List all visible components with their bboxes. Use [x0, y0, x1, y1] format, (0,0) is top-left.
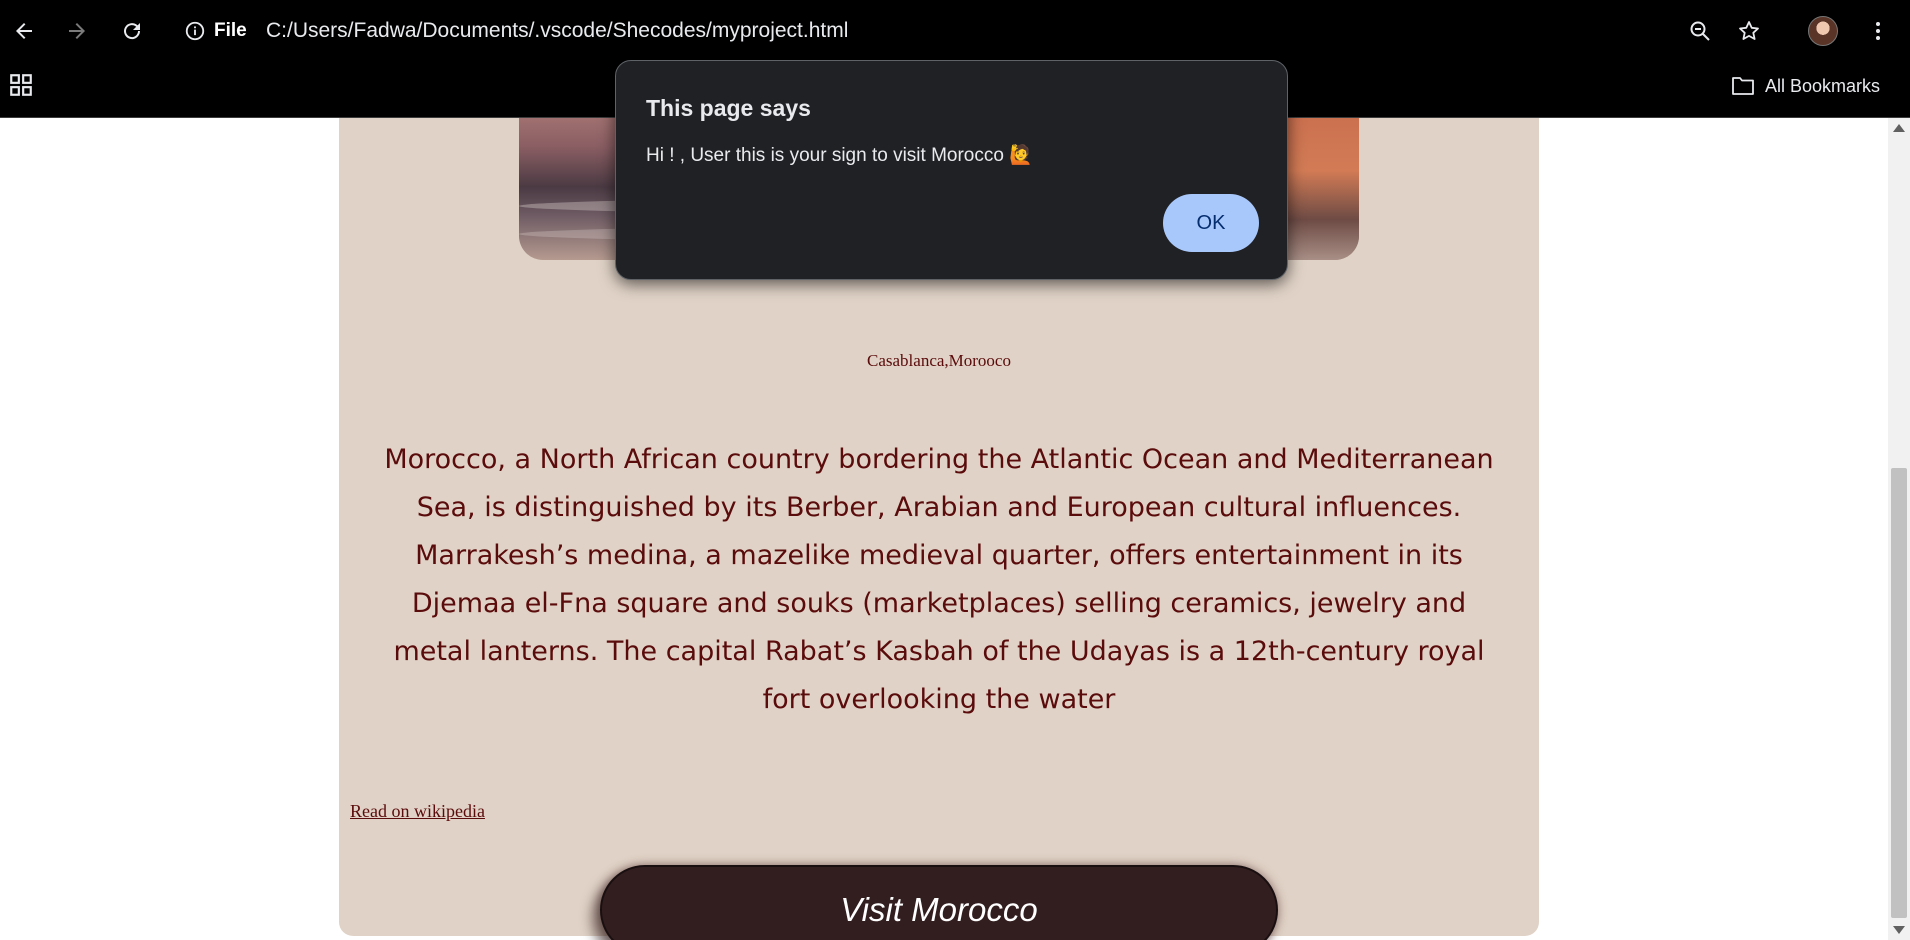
bookmark-star-button[interactable]	[1731, 13, 1767, 49]
visit-morocco-button[interactable]: Visit Morocco	[600, 865, 1278, 940]
menu-button[interactable]	[1860, 13, 1896, 49]
zoom-button[interactable]	[1682, 13, 1718, 49]
zoom-out-icon	[1690, 21, 1710, 41]
morocco-description: Morocco, a North African country borderi…	[384, 444, 1494, 715]
star-icon	[1739, 21, 1759, 40]
alert-dialog: This page says Hi ! , User this is your …	[615, 60, 1288, 280]
back-arrow-icon	[16, 23, 32, 39]
reload-icon	[124, 23, 141, 40]
reload-button[interactable]	[114, 13, 150, 49]
hero-city-buildings	[1279, 118, 1359, 260]
all-bookmarks-label: All Bookmarks	[1764, 75, 1880, 96]
back-button[interactable]	[6, 13, 42, 49]
info-icon	[185, 21, 205, 41]
forward-button[interactable]	[59, 13, 95, 49]
profile-avatar[interactable]	[1808, 16, 1838, 46]
browser-toolbar: File C:/Users/Fadwa/Documents/.vscode/Sh…	[0, 0, 1910, 62]
site-info-button[interactable]: File	[184, 16, 247, 46]
forward-arrow-icon	[69, 23, 85, 39]
scroll-thumb[interactable]	[1891, 468, 1907, 918]
dialog-ok-button[interactable]: OK	[1163, 194, 1259, 252]
site-info-label: File	[214, 20, 247, 41]
wikipedia-link[interactable]: Read on wikipedia	[350, 801, 485, 822]
page-scrollbar[interactable]	[1888, 118, 1910, 940]
dialog-message: Hi ! , User this is your sign to visit M…	[646, 145, 1033, 166]
apps-grid-icon[interactable]	[8, 72, 34, 98]
image-caption: Casablanca,Morooco	[867, 351, 1011, 370]
dialog-title: This page says	[646, 95, 811, 121]
kebab-menu-icon	[1876, 22, 1880, 40]
scroll-up-arrow-icon[interactable]	[1893, 124, 1905, 132]
folder-icon	[1732, 77, 1754, 95]
scroll-down-arrow-icon[interactable]	[1893, 926, 1905, 934]
address-bar[interactable]: C:/Users/Fadwa/Documents/.vscode/Shecode…	[266, 16, 848, 46]
all-bookmarks-button[interactable]: All Bookmarks	[1731, 71, 1880, 101]
